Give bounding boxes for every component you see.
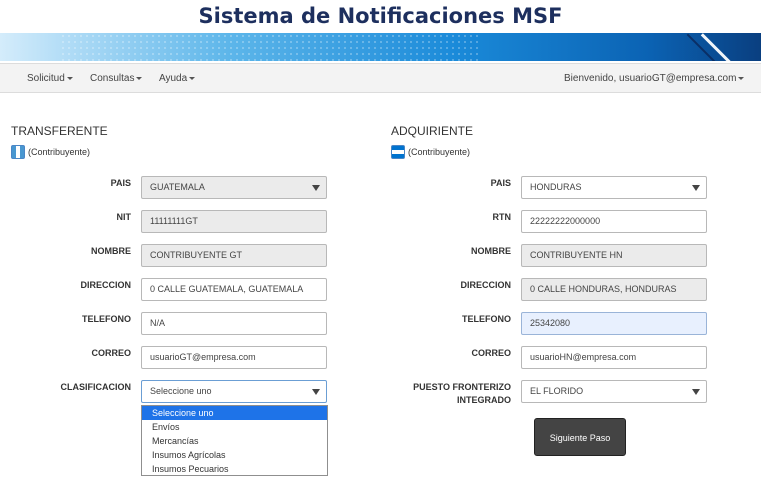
clasificacion-label: CLASIFICACION bbox=[60, 382, 132, 392]
nav-solicitud-label: Solicitud bbox=[27, 73, 65, 84]
dropdown-option[interactable]: Insumos Pecuarios bbox=[142, 462, 327, 476]
nav-ayuda[interactable]: Ayuda bbox=[159, 64, 196, 94]
transferente-pais-select[interactable]: GUATEMALA bbox=[141, 176, 327, 199]
clasificacion-dropdown-list: Seleccione uno Envíos Mercancías Insumos… bbox=[141, 405, 328, 476]
user-menu-label: Bienvenido, usuarioGT@empresa.com bbox=[564, 73, 737, 84]
adquiriente-pais-value: HONDURAS bbox=[530, 182, 582, 192]
transferente-direccion-field[interactable]: 0 CALLE GUATEMALA, GUATEMALA bbox=[141, 278, 327, 301]
dropdown-option[interactable]: Mercancías bbox=[142, 434, 327, 448]
chevron-down-icon bbox=[692, 185, 700, 191]
puesto-fronterizo-label: PUESTO FRONTERIZO INTEGRADO bbox=[400, 381, 511, 407]
chevron-down-icon bbox=[738, 76, 745, 80]
chevron-down-icon bbox=[189, 76, 196, 80]
adquiriente-correo-field[interactable]: usuarioHN@empresa.com bbox=[521, 346, 707, 369]
adquiriente-contrib: (Contribuyente) bbox=[391, 145, 470, 159]
banner-stripe bbox=[700, 33, 739, 61]
chevron-down-icon bbox=[66, 76, 73, 80]
telefono-label: TELEFONO bbox=[462, 314, 511, 324]
correo-label: CORREO bbox=[471, 348, 511, 358]
transferente-nombre-field[interactable]: CONTRIBUYENTE GT bbox=[141, 244, 327, 267]
pais-label: PAIS bbox=[490, 178, 511, 188]
pais-label: PAIS bbox=[110, 178, 131, 188]
dropdown-option[interactable]: Envíos bbox=[142, 420, 327, 434]
adquiriente-title: ADQUIRIENTE bbox=[391, 124, 474, 138]
nit-label: NIT bbox=[116, 212, 132, 222]
adquiriente-pais-select[interactable]: HONDURAS bbox=[521, 176, 707, 199]
puesto-label-line1: PUESTO FRONTERIZO bbox=[413, 382, 511, 392]
nav-solicitud[interactable]: Solicitud bbox=[27, 64, 73, 94]
clasificacion-select[interactable]: Seleccione uno bbox=[141, 380, 327, 403]
puesto-label-line2: INTEGRADO bbox=[457, 395, 511, 405]
guatemala-flag-icon bbox=[11, 145, 25, 159]
contrib-label: (Contribuyente) bbox=[408, 147, 471, 157]
chevron-down-icon bbox=[312, 185, 320, 191]
puesto-fronterizo-value: EL FLORIDO bbox=[530, 386, 584, 396]
chevron-down-icon bbox=[692, 389, 700, 395]
nombre-label: NOMBRE bbox=[91, 246, 131, 256]
transferente-contrib: (Contribuyente) bbox=[11, 145, 90, 159]
transferente-telefono-field[interactable]: N/A bbox=[141, 312, 327, 335]
next-step-button[interactable]: Siguiente Paso bbox=[534, 418, 626, 456]
nav-consultas-label: Consultas bbox=[90, 73, 135, 84]
nombre-label: NOMBRE bbox=[471, 246, 511, 256]
clasificacion-value: Seleccione uno bbox=[150, 386, 212, 396]
app-title: Sistema de Notificaciones MSF bbox=[198, 4, 563, 28]
dropdown-option[interactable]: Insumos Agrícolas bbox=[142, 448, 327, 462]
transferente-correo-field[interactable]: usuarioGT@empresa.com bbox=[141, 346, 327, 369]
puesto-fronterizo-select[interactable]: EL FLORIDO bbox=[521, 380, 707, 403]
dropdown-option[interactable]: Seleccione uno bbox=[142, 406, 327, 420]
transferente-pais-value: GUATEMALA bbox=[150, 182, 205, 192]
rtn-field[interactable]: 22222222000000 bbox=[521, 210, 707, 233]
nav-consultas[interactable]: Consultas bbox=[90, 64, 143, 94]
direccion-label: DIRECCION bbox=[80, 280, 131, 290]
adquiriente-direccion-field[interactable]: 0 CALLE HONDURAS, HONDURAS bbox=[521, 278, 707, 301]
header-banner bbox=[0, 33, 761, 61]
honduras-flag-icon bbox=[391, 145, 405, 159]
user-menu[interactable]: Bienvenido, usuarioGT@empresa.com bbox=[564, 64, 745, 94]
navbar: Solicitud Consultas Ayuda Bienvenido, us… bbox=[0, 63, 761, 93]
correo-label: CORREO bbox=[91, 348, 131, 358]
telefono-label: TELEFONO bbox=[82, 314, 131, 324]
rtn-label: RTN bbox=[492, 212, 512, 222]
chevron-down-icon bbox=[312, 389, 320, 395]
adquiriente-nombre-field[interactable]: CONTRIBUYENTE HN bbox=[521, 244, 707, 267]
banner-pattern bbox=[60, 33, 480, 61]
direccion-label: DIRECCION bbox=[460, 280, 511, 290]
nav-ayuda-label: Ayuda bbox=[159, 73, 188, 84]
transferente-title: TRANSFERENTE bbox=[11, 124, 108, 138]
contrib-label: (Contribuyente) bbox=[28, 147, 91, 157]
nit-field[interactable]: 11111111GT bbox=[141, 210, 327, 233]
adquiriente-telefono-field[interactable]: 25342080 bbox=[521, 312, 707, 335]
chevron-down-icon bbox=[136, 76, 143, 80]
